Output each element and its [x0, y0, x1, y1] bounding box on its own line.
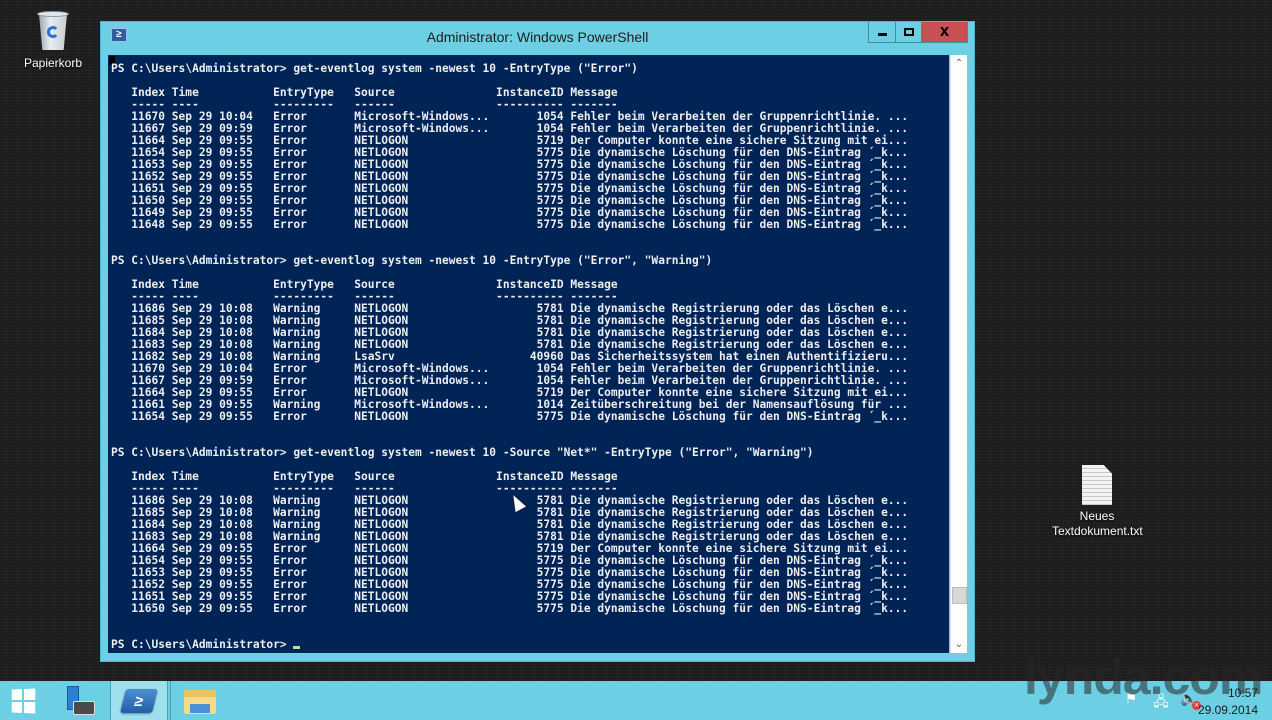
server-manager-icon — [63, 685, 95, 716]
folder-icon — [183, 687, 216, 715]
command-line: PS C:\Users\Administrator> get-eventlog … — [111, 62, 638, 75]
scroll-down-button[interactable]: ⌄ — [951, 636, 967, 653]
maximize-button[interactable] — [896, 22, 922, 43]
powershell-window: ≥ Administrator: Windows PowerShell X PS… — [100, 21, 975, 662]
minimize-button[interactable] — [868, 22, 896, 43]
close-button[interactable]: X — [922, 22, 968, 43]
vertical-scrollbar[interactable]: ⌃ ⌄ — [950, 55, 967, 653]
minimize-icon — [877, 32, 887, 36]
windows-logo-icon — [11, 687, 36, 714]
scroll-up-button[interactable]: ⌃ — [951, 55, 967, 72]
text-cursor — [293, 646, 301, 649]
taskbar-item-server-manager[interactable] — [50, 681, 108, 720]
text-file-icon — [1082, 465, 1112, 505]
scrollbar-thumb[interactable] — [952, 587, 967, 604]
title-bar[interactable]: ≥ Administrator: Windows PowerShell X — [101, 22, 974, 52]
console-output[interactable]: PS C:\Users\Administrator> get-eventlog … — [108, 55, 949, 653]
powershell-icon: ≥ — [120, 688, 158, 713]
desktop-icon-label: Papierkorb — [23, 56, 83, 70]
lynda-watermark: lynda.com — [1024, 649, 1263, 705]
start-button[interactable] — [0, 681, 46, 720]
desktop-icon-label: Neues Textdokument.txt — [1052, 509, 1143, 538]
command-line: PS C:\Users\Administrator> get-eventlog … — [111, 446, 814, 459]
table-row: 11654 Sep 29 09:55 Error NETLOGON 5775 D… — [111, 410, 909, 423]
window-controls: X — [868, 22, 968, 43]
table-row: 11650 Sep 29 09:55 Error NETLOGON 5775 D… — [111, 602, 909, 615]
taskbar-item-powershell[interactable]: ≥ — [110, 681, 168, 720]
desktop-icon-text-document[interactable]: Neues Textdokument.txt — [1052, 465, 1143, 539]
window-title: Administrator: Windows PowerShell — [426, 29, 649, 45]
maximize-icon — [903, 28, 914, 36]
recycle-bin-icon — [36, 8, 70, 52]
desktop-icon-recycle-bin[interactable]: Papierkorb — [8, 8, 98, 70]
command-line: PS C:\Users\Administrator> get-eventlog … — [111, 254, 713, 267]
taskbar-item-file-explorer[interactable] — [170, 681, 228, 720]
table-row: 11648 Sep 29 09:55 Error NETLOGON 5775 D… — [111, 218, 909, 231]
prompt-line: PS C:\Users\Administrator> — [111, 639, 908, 651]
console-lines: PS C:\Users\Administrator> get-eventlog … — [111, 63, 908, 651]
